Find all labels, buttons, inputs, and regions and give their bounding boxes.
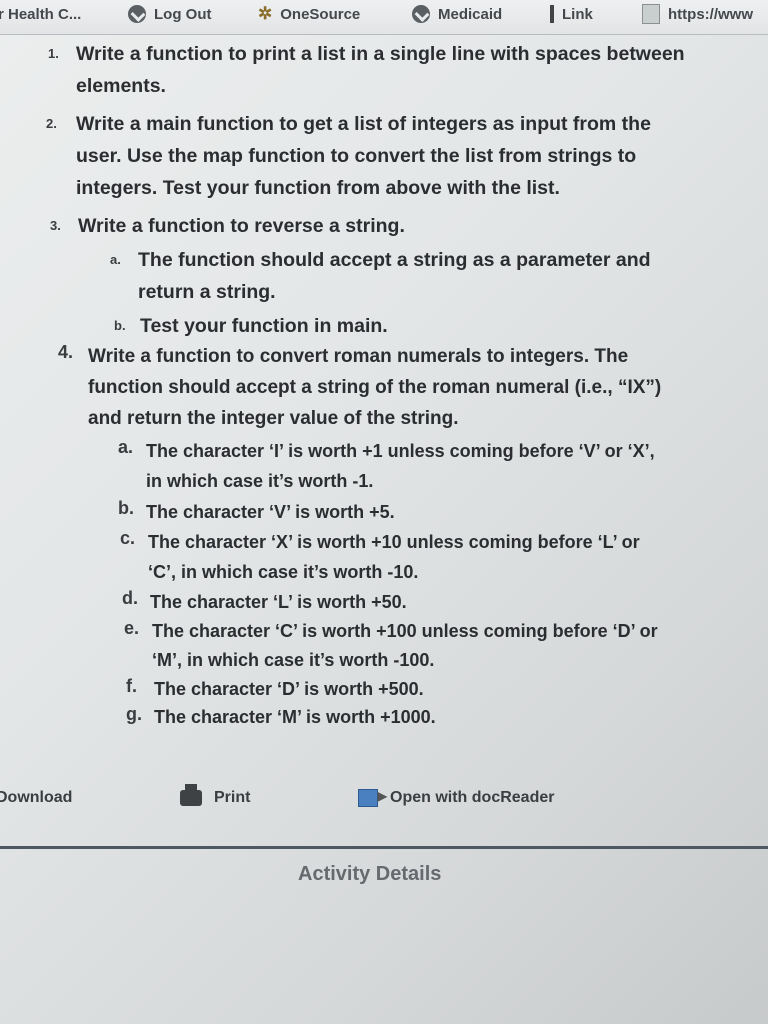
bookmark-label: Link — [562, 5, 593, 23]
list-subitem: The character ‘L’ is worth +50. — [150, 592, 407, 612]
bookmark-label: r Health C... — [0, 5, 82, 23]
list-subitem: The character ‘D’ is worth +500. — [154, 679, 424, 699]
bookmark-label: https://www — [668, 5, 753, 23]
list-item: Write a function to convert roman numera… — [88, 346, 662, 429]
bookmark-label: Medicaid — [438, 5, 503, 23]
check-circle-icon — [128, 5, 146, 23]
list-letter: d. — [122, 588, 138, 608]
download-label: Download — [0, 789, 73, 806]
bookmark-link[interactable]: Link — [550, 0, 593, 28]
docreader-icon — [358, 789, 387, 807]
list-number: 3. — [50, 218, 61, 233]
list-subitem: The character ‘M’ is worth +1000. — [154, 707, 436, 727]
bookmark-label: Log Out — [154, 5, 212, 23]
list-subitem: The function should accept a string as a… — [138, 249, 651, 303]
list-subitem: The character ‘X’ is worth +10 unless co… — [148, 532, 640, 582]
print-button[interactable]: Print — [180, 780, 250, 816]
bookmarks-bar: r Health C... Log Out ✲ OneSource Medica… — [0, 0, 768, 35]
bookmark-log-out[interactable]: Log Out — [128, 0, 211, 28]
list-letter: e. — [124, 618, 140, 638]
list-item: Write a function to print a list in a si… — [76, 43, 685, 97]
list-number: 4. — [58, 342, 74, 362]
open-docreader-label: Open with docReader — [390, 789, 555, 806]
list-subitem: The character ‘V’ is worth +5. — [146, 502, 395, 522]
printer-icon — [180, 784, 202, 806]
divider — [0, 846, 768, 849]
screen: r Health C... Log Out ✲ OneSource Medica… — [0, 0, 768, 1024]
list-number: 1. — [48, 46, 59, 61]
list-letter: g. — [126, 704, 142, 724]
list-letter: a. — [118, 437, 134, 457]
bookmark-health[interactable]: r Health C... — [0, 0, 81, 28]
list-item: Write a main function to get a list of i… — [76, 113, 651, 199]
bookmark-url[interactable]: https://www — [642, 0, 753, 28]
list-subitem: The character ‘I’ is worth +1 unless com… — [146, 441, 655, 491]
download-button[interactable]: Download — [0, 780, 72, 816]
bookmark-label: OneSource — [280, 5, 361, 23]
print-label: Print — [214, 789, 251, 806]
list-letter: f. — [126, 676, 137, 696]
list-number: 2. — [46, 116, 57, 131]
list-letter: b. — [118, 498, 134, 518]
assignment-document: 1. Write a function to print a list in a… — [0, 36, 768, 746]
bookmark-onesource[interactable]: ✲ OneSource — [258, 0, 360, 28]
open-docreader-button[interactable]: Open with docReader — [358, 780, 554, 816]
activity-details-heading[interactable]: Activity Details — [298, 863, 441, 886]
bar-icon — [550, 5, 554, 23]
list-letter: c. — [120, 528, 136, 548]
list-letter: a. — [110, 252, 121, 267]
list-item: Write a function to reverse a string. — [78, 215, 405, 237]
list-subitem: The character ‘C’ is worth +100 unless c… — [152, 621, 658, 670]
list-subitem: Test your function in main. — [140, 315, 388, 337]
gear-icon: ✲ — [258, 4, 273, 23]
check-circle-icon — [412, 5, 430, 23]
document-toolbar: Download Print Open with docReader — [0, 780, 768, 820]
document-icon — [642, 4, 660, 24]
bookmark-medicaid[interactable]: Medicaid — [412, 0, 502, 28]
list-letter: b. — [114, 318, 126, 333]
